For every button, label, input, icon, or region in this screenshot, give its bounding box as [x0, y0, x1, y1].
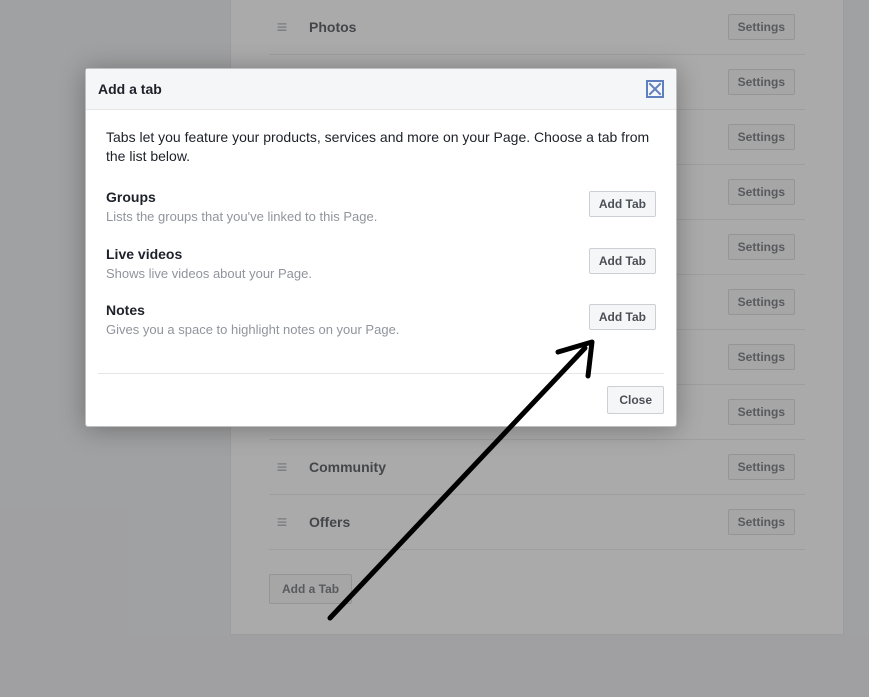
option-title: Groups — [106, 189, 573, 205]
add-tab-modal: Add a tab Tabs let you feature your prod… — [85, 68, 677, 427]
option-title: Notes — [106, 302, 573, 318]
tab-option-groups: Groups Lists the groups that you've link… — [106, 189, 656, 226]
add-tab-button[interactable]: Add Tab — [589, 191, 656, 217]
modal-body: Tabs let you feature your products, serv… — [86, 110, 676, 367]
add-tab-button[interactable]: Add Tab — [589, 304, 656, 330]
option-subtitle: Gives you a space to highlight notes on … — [106, 322, 573, 339]
modal-title: Add a tab — [98, 81, 162, 97]
option-subtitle: Lists the groups that you've linked to t… — [106, 209, 573, 226]
tab-option-live-videos: Live videos Shows live videos about your… — [106, 246, 656, 283]
modal-footer: Close — [86, 374, 676, 426]
add-tab-button[interactable]: Add Tab — [589, 248, 656, 274]
modal-header: Add a tab — [86, 69, 676, 110]
close-button[interactable]: Close — [607, 386, 664, 414]
close-icon[interactable] — [646, 80, 664, 98]
tab-option-notes: Notes Gives you a space to highlight not… — [106, 302, 656, 339]
option-subtitle: Shows live videos about your Page. — [106, 266, 573, 283]
option-title: Live videos — [106, 246, 573, 262]
modal-description: Tabs let you feature your products, serv… — [106, 128, 656, 167]
